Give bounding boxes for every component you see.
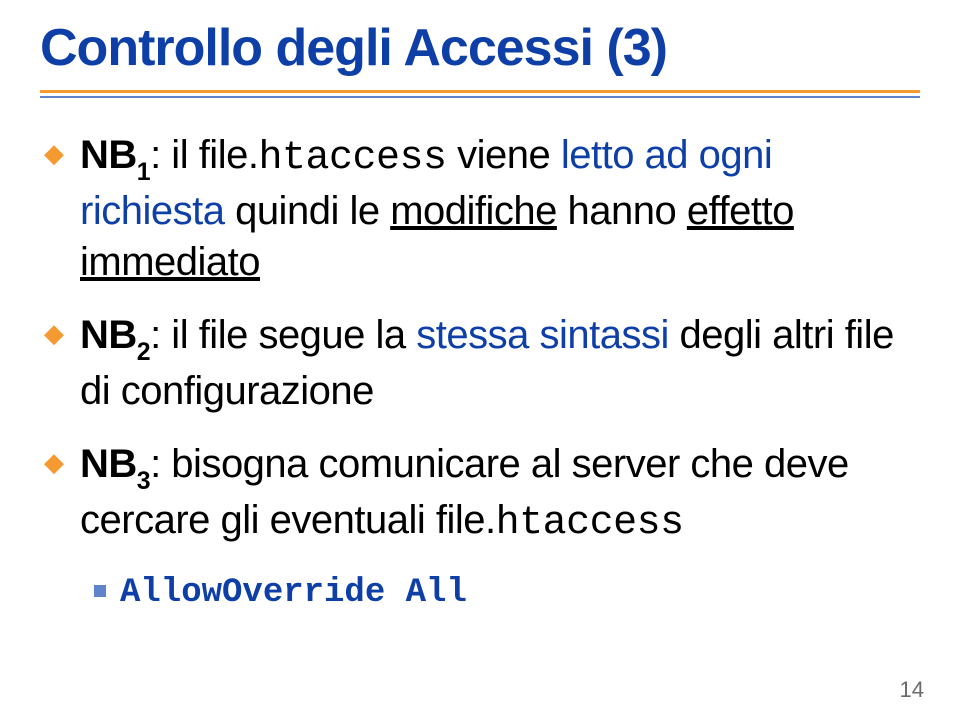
square-icon	[94, 585, 106, 597]
slide-title: Controllo degli Accessi (3)	[40, 18, 920, 78]
sub-bullet-item: AllowOverride All	[94, 571, 920, 615]
diamond-icon: ◆	[44, 140, 64, 166]
bullet-item-1: ◆ NB1: il file.htaccess viene letto ad o…	[44, 130, 920, 288]
item-text-1: NB1: il file.htaccess viene letto ad ogn…	[80, 130, 920, 288]
item-text-3: NB3: bisogna comunicare al server che de…	[80, 439, 920, 549]
bullet-item-2: ◆ NB2: il file segue la stessa sintassi …	[44, 310, 920, 417]
page-number: 14	[900, 677, 924, 703]
diamond-icon: ◆	[44, 320, 64, 346]
sub-item-text: AllowOverride All	[120, 571, 467, 615]
item-text-2: NB2: il file segue la stessa sintassi de…	[80, 310, 920, 417]
title-divider	[40, 90, 920, 98]
slide-content: ◆ NB1: il file.htaccess viene letto ad o…	[40, 104, 920, 615]
diamond-icon: ◆	[44, 449, 64, 475]
bullet-item-3: ◆ NB3: bisogna comunicare al server che …	[44, 439, 920, 549]
